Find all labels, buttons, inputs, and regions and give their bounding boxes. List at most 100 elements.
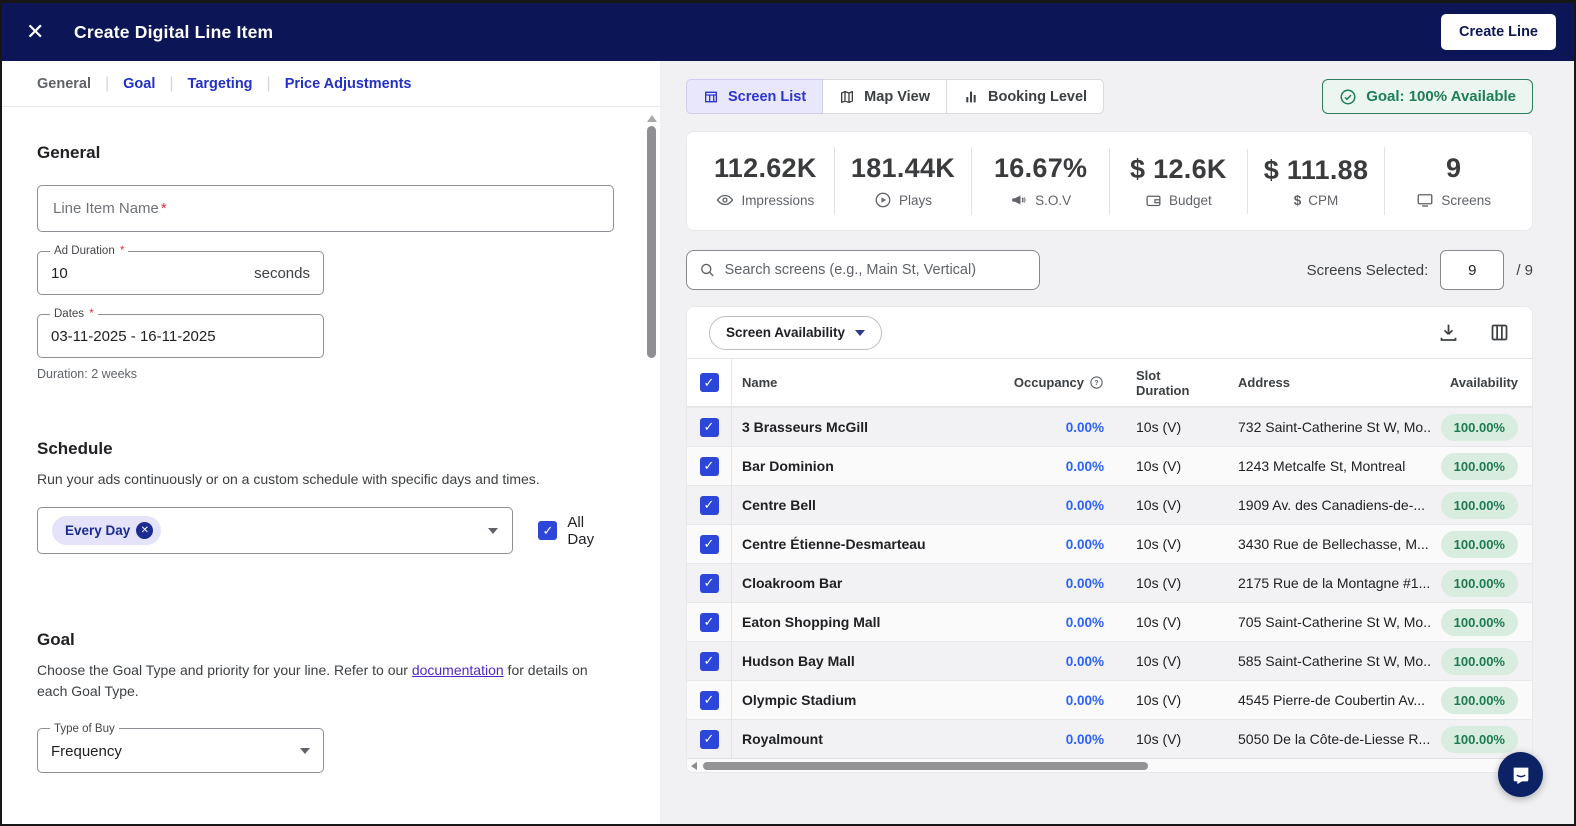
line-item-name-field[interactable]: Line Item Name* bbox=[37, 185, 614, 232]
occupancy-cell: 0.00% bbox=[984, 693, 1104, 708]
row-checkbox[interactable] bbox=[700, 652, 719, 671]
screen-search-input[interactable] bbox=[725, 262, 1027, 278]
column-header-address[interactable]: Address bbox=[1212, 375, 1430, 390]
table-body: 3 Brasseurs McGill 0.00% 10s (V) 732 Sai… bbox=[687, 407, 1532, 758]
type-of-buy-field[interactable]: Type of Buy Frequency bbox=[37, 723, 324, 773]
left-pane-scrollbar[interactable] bbox=[646, 115, 657, 817]
availability-cell: 100.00% bbox=[1430, 570, 1532, 597]
screen-name-cell: Olympic Stadium bbox=[732, 692, 984, 708]
select-all-checkbox[interactable] bbox=[700, 373, 719, 392]
table-row[interactable]: Eaton Shopping Mall 0.00% 10s (V) 705 Sa… bbox=[687, 602, 1532, 641]
row-checkbox[interactable] bbox=[700, 457, 719, 476]
table-row[interactable]: Centre Bell 0.00% 10s (V) 1909 Av. des C… bbox=[687, 485, 1532, 524]
slot-duration-cell: 10s (V) bbox=[1104, 653, 1212, 669]
availability-badge: 100.00% bbox=[1441, 687, 1518, 714]
dates-value[interactable]: 03-11-2025 - 16-11-2025 bbox=[51, 328, 216, 345]
help-icon[interactable]: ? bbox=[1089, 375, 1104, 390]
stat-budget: $ 12.6K Budget bbox=[1109, 148, 1247, 215]
line-item-name-input[interactable] bbox=[52, 200, 599, 217]
all-day-checkbox[interactable] bbox=[538, 521, 557, 540]
screen-name-cell: Cloakroom Bar bbox=[732, 575, 984, 591]
occupancy-cell: 0.00% bbox=[984, 498, 1104, 513]
availability-cell: 100.00% bbox=[1430, 453, 1532, 480]
stat-impressions: 112.62K Impressions bbox=[697, 147, 834, 215]
occupancy-cell: 0.00% bbox=[984, 459, 1104, 474]
availability-cell: 100.00% bbox=[1430, 414, 1532, 441]
tab-booking-level[interactable]: Booking Level bbox=[947, 79, 1104, 114]
table-row[interactable]: Bar Dominion 0.00% 10s (V) 1243 Metcalfe… bbox=[687, 446, 1532, 485]
column-header-availability[interactable]: Availability bbox=[1430, 375, 1532, 390]
type-of-buy-value[interactable]: Frequency bbox=[51, 743, 122, 760]
table-row[interactable]: Centre Étienne-Desmarteau 0.00% 10s (V) … bbox=[687, 524, 1532, 563]
screens-total-label: / 9 bbox=[1516, 262, 1533, 279]
occupancy-cell: 0.00% bbox=[984, 615, 1104, 630]
tab-price-adjustments[interactable]: Price Adjustments bbox=[285, 76, 412, 92]
duration-helper-text: Duration: 2 weeks bbox=[37, 367, 614, 381]
table-row[interactable]: Royalmount 0.00% 10s (V) 5050 De la Côte… bbox=[687, 719, 1532, 758]
tab-map-view[interactable]: Map View bbox=[823, 79, 947, 114]
stat-cpm: $ 111.88 $CPM bbox=[1247, 149, 1385, 214]
row-checkbox[interactable] bbox=[700, 730, 719, 749]
chat-launcher-button[interactable] bbox=[1498, 752, 1543, 797]
form-scroll-area: General Line Item Name* Ad Duration * 10… bbox=[2, 107, 660, 824]
goal-description: Choose the Goal Type and priority for yo… bbox=[37, 660, 617, 701]
close-icon[interactable]: ✕ bbox=[26, 19, 56, 45]
create-line-button[interactable]: Create Line bbox=[1441, 14, 1556, 50]
availability-cell: 100.00% bbox=[1430, 648, 1532, 675]
every-day-chip[interactable]: Every Day ✕ bbox=[52, 516, 161, 545]
scrollbar-thumb[interactable] bbox=[703, 762, 1148, 770]
eye-icon bbox=[716, 191, 734, 209]
table-row[interactable]: 3 Brasseurs McGill 0.00% 10s (V) 732 Sai… bbox=[687, 407, 1532, 446]
row-checkbox[interactable] bbox=[700, 418, 719, 437]
pacing-section-heading: Pacing bbox=[37, 821, 614, 824]
availability-badge: 100.00% bbox=[1441, 609, 1518, 636]
column-header-name[interactable]: Name bbox=[732, 375, 984, 390]
occupancy-cell: 0.00% bbox=[984, 654, 1104, 669]
download-icon[interactable] bbox=[1438, 322, 1459, 343]
dates-field[interactable]: Dates * 03-11-2025 - 16-11-2025 bbox=[37, 308, 324, 358]
slot-duration-cell: 10s (V) bbox=[1104, 692, 1212, 708]
scroll-up-arrow-icon[interactable] bbox=[647, 115, 657, 122]
screen-availability-dropdown[interactable]: Screen Availability bbox=[709, 316, 882, 350]
tab-separator: | bbox=[169, 75, 173, 93]
row-checkbox[interactable] bbox=[700, 574, 719, 593]
stat-screens: 9 Screens bbox=[1384, 147, 1522, 215]
ad-duration-field[interactable]: Ad Duration * 10 seconds bbox=[37, 245, 324, 295]
row-checkbox[interactable] bbox=[700, 496, 719, 515]
screens-selected-input[interactable]: 9 bbox=[1440, 250, 1504, 290]
table-row[interactable]: Olympic Stadium 0.00% 10s (V) 4545 Pierr… bbox=[687, 680, 1532, 719]
table-row[interactable]: Hudson Bay Mall 0.00% 10s (V) 585 Saint-… bbox=[687, 641, 1532, 680]
columns-icon[interactable] bbox=[1489, 322, 1510, 343]
slot-duration-cell: 10s (V) bbox=[1104, 614, 1212, 630]
row-checkbox[interactable] bbox=[700, 535, 719, 554]
screen-name-cell: Hudson Bay Mall bbox=[732, 653, 984, 669]
address-cell: 732 Saint-Catherine St W, Mo... bbox=[1212, 419, 1430, 435]
screen-name-cell: Centre Étienne-Desmarteau bbox=[732, 536, 984, 552]
screen-search-field[interactable] bbox=[686, 250, 1040, 290]
view-switcher: Screen List Map View Booking Level bbox=[686, 79, 1104, 114]
tab-screen-list[interactable]: Screen List bbox=[686, 79, 823, 114]
availability-badge: 100.00% bbox=[1441, 453, 1518, 480]
documentation-link[interactable]: documentation bbox=[412, 662, 504, 678]
ad-duration-value[interactable]: 10 bbox=[51, 265, 68, 282]
chip-remove-icon[interactable]: ✕ bbox=[136, 522, 153, 539]
table-horizontal-scrollbar[interactable] bbox=[687, 758, 1532, 772]
schedule-days-select[interactable]: Every Day ✕ bbox=[37, 507, 513, 554]
scroll-left-arrow-icon[interactable] bbox=[691, 762, 697, 770]
table-row[interactable]: Cloakroom Bar 0.00% 10s (V) 2175 Rue de … bbox=[687, 563, 1532, 602]
column-header-slot-duration[interactable]: Slot Duration bbox=[1104, 368, 1212, 398]
screen-name-cell: Royalmount bbox=[732, 731, 984, 747]
tab-general[interactable]: General bbox=[37, 76, 91, 92]
tab-goal[interactable]: Goal bbox=[123, 76, 155, 92]
stats-summary-card: 112.62K Impressions 181.44K Plays 16.67%… bbox=[686, 131, 1533, 231]
scrollbar-thumb[interactable] bbox=[647, 126, 656, 358]
schedule-description: Run your ads continuously or on a custom… bbox=[37, 469, 614, 489]
slot-duration-cell: 10s (V) bbox=[1104, 497, 1212, 513]
screen-name-cell: Eaton Shopping Mall bbox=[732, 614, 984, 630]
row-checkbox[interactable] bbox=[700, 691, 719, 710]
tab-targeting[interactable]: Targeting bbox=[188, 76, 253, 92]
table-header-row: Name Occupancy ? Slot Duration Address A… bbox=[687, 359, 1532, 407]
column-header-occupancy[interactable]: Occupancy ? bbox=[984, 375, 1104, 390]
ad-duration-label: Ad Duration * bbox=[50, 245, 128, 257]
row-checkbox[interactable] bbox=[700, 613, 719, 632]
